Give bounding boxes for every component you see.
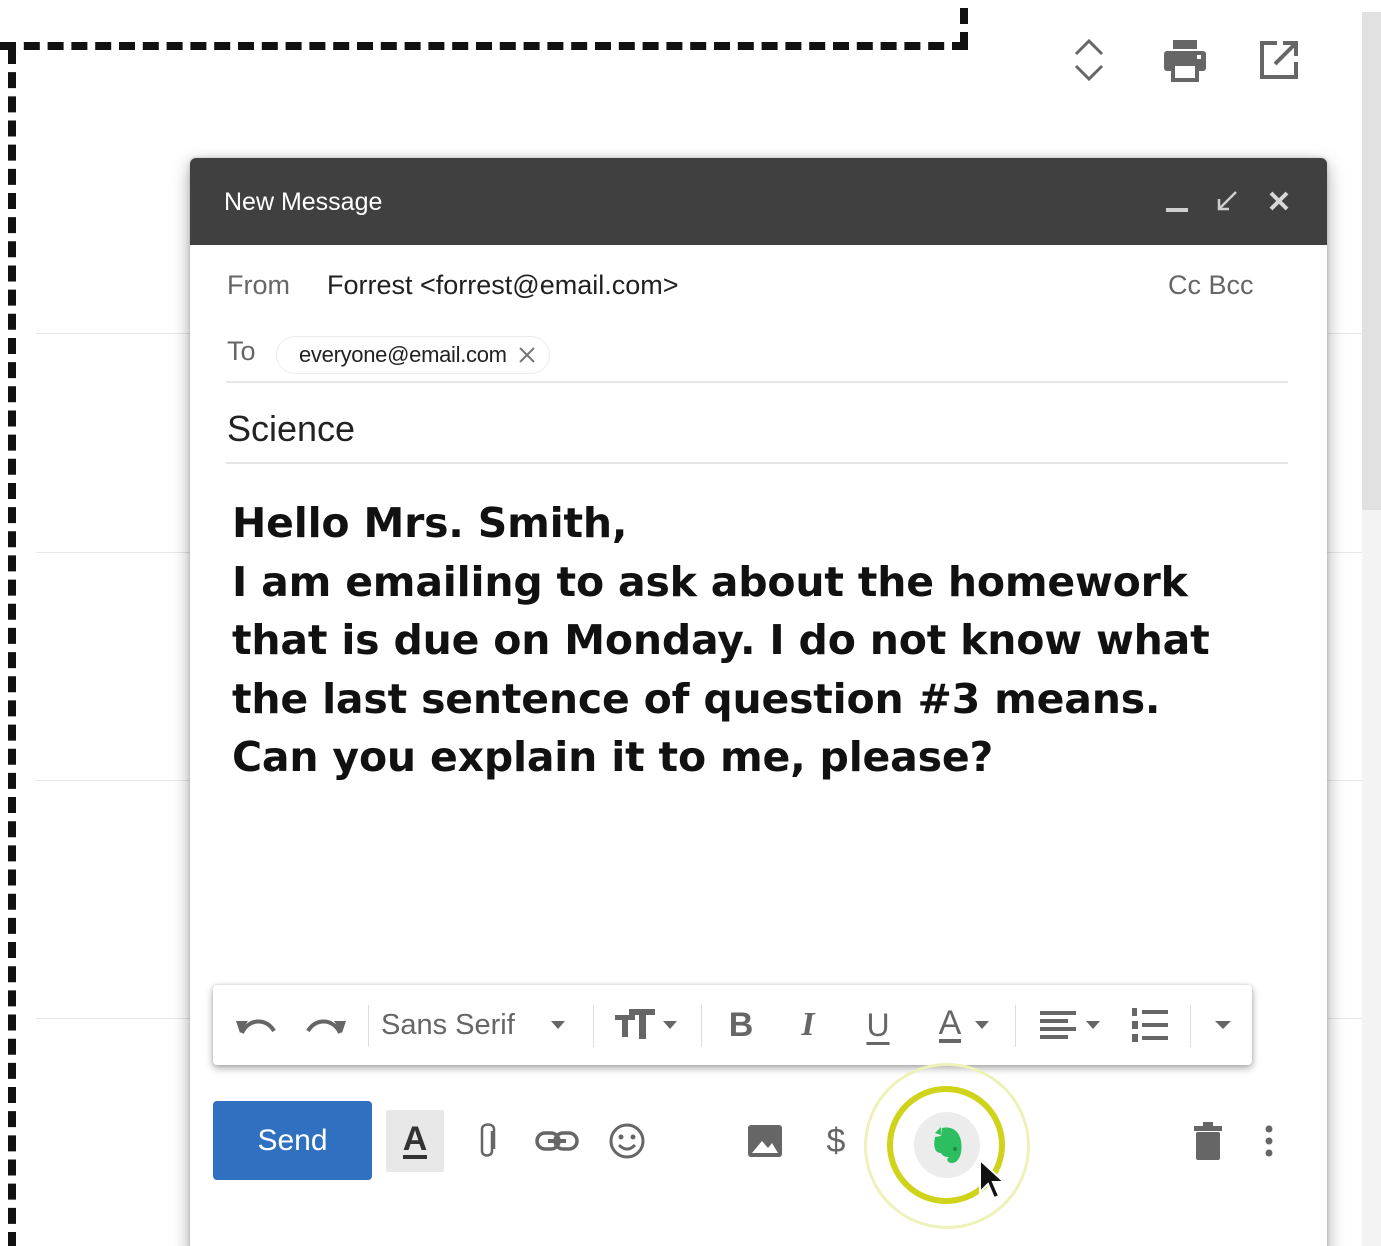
minimize-icon[interactable] xyxy=(1162,186,1192,216)
exit-full-screen-icon[interactable] xyxy=(1212,186,1242,216)
send-button[interactable]: Send xyxy=(213,1101,372,1180)
evernote-icon[interactable] xyxy=(914,1112,980,1178)
scrollbar[interactable] xyxy=(1362,12,1381,1246)
toolbar-separator xyxy=(1015,1005,1016,1047)
to-divider xyxy=(226,381,1288,383)
attach-icon[interactable] xyxy=(466,1110,510,1172)
more-options-icon[interactable] xyxy=(1255,1110,1283,1172)
subject-divider xyxy=(226,462,1288,464)
formatting-toggle-letter: A xyxy=(402,1120,428,1159)
cc-bcc-link[interactable]: Cc Bcc xyxy=(1168,270,1254,301)
recipient-address: everyone@email.com xyxy=(299,342,507,367)
redo-icon[interactable] xyxy=(301,985,351,1065)
text-color-icon[interactable]: A xyxy=(925,985,1005,1065)
toolbar-separator xyxy=(1190,1005,1191,1047)
toolbar-separator xyxy=(701,1005,702,1047)
font-dropdown-icon xyxy=(550,1021,565,1029)
align-icon[interactable] xyxy=(1031,985,1111,1065)
emoji-icon[interactable] xyxy=(602,1110,652,1172)
text-color-letter: A xyxy=(938,1004,962,1043)
mouse-cursor-icon xyxy=(979,1158,1006,1200)
scrollbar-thumb[interactable] xyxy=(1362,12,1381,510)
font-size-icon[interactable] xyxy=(608,985,688,1065)
from-field[interactable]: Forrest <forrest@email.com> xyxy=(327,270,679,301)
font-selector[interactable]: Sans Serif xyxy=(381,985,581,1065)
font-name: Sans Serif xyxy=(381,1008,515,1041)
to-label: To xyxy=(227,336,256,366)
print-icon[interactable] xyxy=(1160,34,1210,86)
subject-field[interactable]: Science xyxy=(227,408,355,450)
dashed-frame-top xyxy=(0,42,968,50)
send-money-icon[interactable]: $ xyxy=(816,1110,856,1172)
formatting-options-icon[interactable]: A xyxy=(386,1110,444,1172)
dashed-frame-corner xyxy=(960,8,968,48)
compose-titlebar[interactable]: New Message xyxy=(190,158,1327,245)
bold-icon[interactable]: B xyxy=(718,985,764,1065)
numbered-list-icon[interactable] xyxy=(1125,985,1175,1065)
open-in-new-window-icon[interactable] xyxy=(1254,34,1304,86)
dashed-frame-left xyxy=(8,48,16,1246)
compose-window: New Message From Forrest <forrest@email.… xyxy=(190,158,1327,1246)
italic-icon[interactable]: I xyxy=(785,985,831,1065)
recipient-chip[interactable]: everyone@email.com xyxy=(276,336,550,374)
undo-icon[interactable] xyxy=(231,985,281,1065)
toolbar-separator xyxy=(593,1005,594,1047)
close-icon[interactable] xyxy=(1264,186,1294,216)
photo-icon[interactable] xyxy=(742,1110,788,1172)
underline-icon[interactable]: U xyxy=(855,985,901,1065)
message-body[interactable]: Hello Mrs. Smith, I am emailing to ask a… xyxy=(232,494,1292,787)
discard-icon[interactable] xyxy=(1186,1110,1230,1172)
compose-title: New Message xyxy=(224,188,383,216)
from-label: From xyxy=(227,270,290,300)
link-icon[interactable] xyxy=(530,1110,584,1172)
remove-recipient-icon[interactable] xyxy=(517,345,537,365)
formatting-toolbar: Sans Serif B I U A xyxy=(213,985,1252,1065)
toolbar-separator xyxy=(368,1005,369,1047)
expand-collapse-icon[interactable] xyxy=(1064,34,1114,86)
more-formatting-icon[interactable] xyxy=(1203,985,1243,1065)
